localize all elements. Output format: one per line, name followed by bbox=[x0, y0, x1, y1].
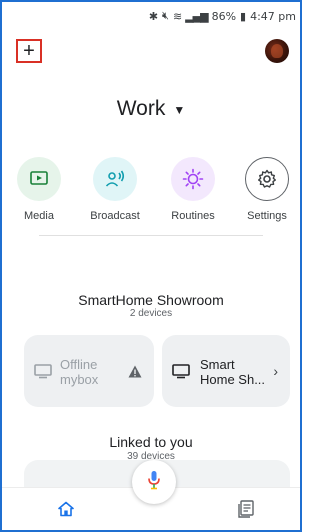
section-divider bbox=[39, 235, 263, 236]
display-icon bbox=[172, 363, 190, 384]
device-name-line1: Smart bbox=[200, 357, 235, 372]
mic-button[interactable] bbox=[132, 460, 176, 504]
device-card-smart-home-display[interactable]: Smart Home Sh... › bbox=[162, 335, 290, 407]
signal-icon: ▂▄▆ bbox=[185, 9, 208, 23]
home-selector[interactable]: Work ▼ bbox=[2, 97, 300, 121]
device-name: Smart Home Sh... bbox=[200, 357, 265, 387]
shortcut-settings[interactable]: Settings bbox=[234, 157, 300, 222]
nav-feed-tab[interactable] bbox=[238, 500, 254, 523]
status-bar: ✱ 🔇︎ ≋ ▂▄▆ 86% ▮ 4:47 pm bbox=[149, 8, 296, 24]
linked-title: Linked to you bbox=[109, 434, 193, 450]
warning-icon bbox=[128, 365, 142, 383]
broadcast-icon bbox=[93, 157, 137, 201]
account-avatar[interactable] bbox=[265, 39, 289, 63]
shortcut-settings-label: Settings bbox=[247, 210, 287, 222]
caret-down-icon: ▼ bbox=[173, 103, 186, 117]
mic-icon bbox=[147, 470, 161, 495]
home-name: Work bbox=[116, 97, 166, 120]
shortcut-media-label: Media bbox=[24, 210, 54, 222]
device-name-line2: mybox bbox=[60, 372, 99, 387]
battery-icon: ▮ bbox=[240, 9, 247, 23]
battery-level: 86% bbox=[211, 9, 237, 23]
device-name-line2: Home Sh... bbox=[200, 372, 266, 387]
media-icon bbox=[17, 157, 61, 201]
device-name-line1: Offline bbox=[60, 357, 98, 372]
room-device-count: 2 devices bbox=[129, 308, 173, 319]
feed-icon bbox=[238, 500, 254, 522]
mute-icon: 🔇︎ bbox=[162, 9, 169, 22]
shortcut-routines[interactable]: Routines bbox=[160, 157, 226, 222]
linked-device-count: 39 devices bbox=[127, 451, 175, 459]
nav-home-tab[interactable] bbox=[58, 501, 74, 522]
add-icon: + bbox=[23, 40, 35, 62]
app-frame: ✱ 🔇︎ ≋ ▂▄▆ 86% ▮ 4:47 pm + Work ▼ Media … bbox=[0, 0, 302, 532]
wifi-icon: ≋ bbox=[172, 9, 182, 23]
device-card-offline-mybox[interactable]: Offline mybox bbox=[24, 335, 154, 407]
shortcut-media[interactable]: Media bbox=[6, 157, 72, 222]
clock: 4:47 pm bbox=[250, 9, 296, 23]
home-icon bbox=[58, 501, 74, 521]
gear-icon bbox=[245, 157, 289, 201]
shortcut-broadcast-label: Broadcast bbox=[90, 210, 140, 222]
bluetooth-icon: ✱ bbox=[148, 9, 159, 23]
shortcut-routines-label: Routines bbox=[171, 210, 215, 222]
add-button[interactable]: + bbox=[16, 39, 42, 63]
chevron-right-icon: › bbox=[273, 363, 278, 379]
room-title: SmartHome Showroom bbox=[78, 292, 224, 308]
shortcut-broadcast[interactable]: Broadcast bbox=[82, 157, 148, 222]
device-name: Offline mybox bbox=[60, 357, 98, 387]
tv-icon bbox=[34, 363, 52, 384]
routines-icon bbox=[171, 157, 215, 201]
